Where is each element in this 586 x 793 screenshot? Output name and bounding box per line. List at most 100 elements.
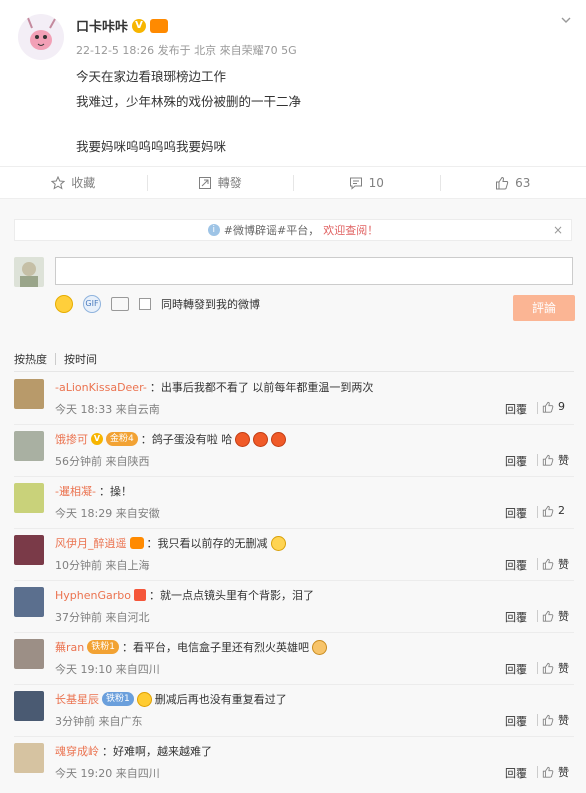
comment-like-count: 赞: [558, 610, 569, 623]
close-icon[interactable]: ×: [553, 223, 563, 237]
commenter-avatar[interactable]: [14, 587, 44, 617]
gif-icon[interactable]: GIF: [83, 295, 101, 313]
post-line: 我难过，少年林殊的戏份被删的一干二净: [76, 94, 302, 109]
thumbs-up-icon: [542, 454, 554, 466]
tab-sort-time[interactable]: 按时间: [64, 351, 97, 367]
fan-badge: 铁粉1: [102, 692, 134, 706]
reply-button[interactable]: 回覆: [505, 401, 527, 417]
author-name-text[interactable]: 口卡咔咔: [76, 16, 128, 35]
comment-text: ：我只看以前存的无删减: [146, 537, 268, 550]
commenter-avatar[interactable]: [14, 535, 44, 565]
image-icon[interactable]: [111, 297, 129, 311]
post-actions: 收藏 轉發 10 63: [0, 166, 586, 198]
divider: [537, 454, 538, 466]
commenter-name[interactable]: HyphenGarbo: [55, 589, 131, 602]
comment-meta: 今天 19:10 来自四川: [55, 663, 160, 676]
comment-button[interactable]: 10: [293, 167, 440, 198]
thumbs-up-icon: [542, 714, 554, 726]
angry-emoji-icon: [253, 431, 269, 447]
notice-text[interactable]: #微博辟谣#平台，: [224, 222, 319, 238]
comment-input[interactable]: [55, 257, 573, 285]
emoji-icon[interactable]: [55, 295, 73, 313]
comment-item: 风伊月_醉逍遥 ：我只看以前存的无删减 10分钟前 来自上海 回覆 赞: [0, 531, 586, 583]
comment-section: i #微博辟谣#平台， 欢迎查阅！ × GIF 同時轉發到我的微博 評論 按热度…: [0, 198, 586, 793]
comment-text: ：看平台，电信盒子里还有烈火英雄吧: [121, 641, 309, 654]
commenter-name[interactable]: 风伊月_醉逍遥: [55, 535, 127, 551]
divider: [537, 662, 538, 674]
comment-meta: 今天 18:33 来自云南: [55, 403, 160, 416]
comment-meta: 今天 19:20 来自四川: [55, 767, 160, 780]
comment-item: 蕪ran 铁粉1 ：看平台，电信盒子里还有烈火英雄吧 今天 19:10 来自四川…: [0, 635, 586, 687]
commenter-name[interactable]: 蕪ran: [55, 639, 84, 655]
chevron-down-icon[interactable]: [560, 14, 572, 26]
comment-text: 删减后再也没有重复看过了: [154, 693, 287, 706]
notice-warn[interactable]: 欢迎查阅！: [323, 222, 378, 238]
divider: [14, 580, 574, 581]
rumor-notice: i #微博辟谣#平台， 欢迎查阅！ ×: [14, 219, 572, 241]
repost-label: 轉發: [217, 176, 242, 190]
comment-item: 魂穿成岭 ：好难啊，越来越难了 今天 19:20 来自四川 回覆 赞: [0, 739, 586, 791]
hourglass-icon: [133, 589, 146, 601]
commenter-avatar[interactable]: [14, 379, 44, 409]
speechless-emoji-icon: [136, 691, 152, 707]
comment-like-button[interactable]: 9: [542, 400, 565, 413]
comment-like-button[interactable]: 赞: [542, 712, 569, 728]
comment-icon: [349, 177, 362, 190]
reply-button[interactable]: 回覆: [505, 505, 527, 521]
divider: [14, 684, 574, 685]
submit-comment-button[interactable]: 評論: [513, 295, 575, 321]
reply-button[interactable]: 回覆: [505, 765, 527, 781]
commenter-avatar[interactable]: [14, 639, 44, 669]
reply-button[interactable]: 回覆: [505, 713, 527, 729]
commenter-avatar[interactable]: [14, 691, 44, 721]
tab-sort-hot[interactable]: 按热度: [14, 351, 47, 367]
divider: [14, 424, 574, 425]
comment-like-button[interactable]: 赞: [542, 556, 569, 572]
comment-text: ：鸽子蛋没有啦 哈: [140, 433, 233, 446]
comment-like-count: 赞: [558, 766, 569, 779]
reply-button[interactable]: 回覆: [505, 609, 527, 625]
thumbs-up-icon: [542, 558, 554, 570]
repost-icon: [198, 176, 211, 189]
comment-like-button[interactable]: 2: [542, 504, 565, 517]
comment-like-count: 赞: [558, 714, 569, 727]
reply-button[interactable]: 回覆: [505, 661, 527, 677]
comment-text: ：就一点点镜头里有个背影，泪了: [148, 589, 314, 602]
author-name[interactable]: 口卡咔咔 V: [76, 16, 169, 35]
comment-like-count: 赞: [558, 454, 569, 467]
current-user-avatar[interactable]: [14, 257, 44, 287]
crying-emoji-icon: [270, 535, 286, 551]
commenter-name[interactable]: -aLionKissaDeer-: [55, 381, 147, 394]
commenter-name[interactable]: 魂穿成岭: [55, 743, 99, 759]
comment-meta: 10分钟前 来自上海: [55, 559, 150, 572]
divider: [537, 402, 538, 414]
thumbs-up-icon: [542, 505, 554, 517]
verified-icon: V: [91, 433, 103, 445]
thumbs-up-icon: [542, 662, 554, 674]
commenter-name[interactable]: -暹相凝-: [55, 483, 96, 499]
divider: [14, 371, 574, 372]
commenter-name[interactable]: 长基星辰: [55, 691, 99, 707]
author-avatar[interactable]: [18, 14, 64, 60]
comment-like-button[interactable]: 赞: [542, 764, 569, 780]
post-card: 口卡咔咔 V 22-12-5 18:26 发布于 北京 來自荣耀70 5G 今天…: [0, 0, 586, 166]
cat-emoji-icon: [311, 639, 327, 655]
comment-like-button[interactable]: 赞: [542, 608, 569, 624]
commenter-avatar[interactable]: [14, 483, 44, 513]
commenter-name[interactable]: 饿掺可: [55, 431, 88, 447]
like-button[interactable]: 63: [439, 167, 586, 198]
fan-badge: 铁粉1: [87, 640, 119, 654]
repost-button[interactable]: 轉發: [146, 167, 294, 198]
comment-like-button[interactable]: 赞: [542, 660, 569, 676]
commenter-avatar[interactable]: [14, 743, 44, 773]
comment-like-button[interactable]: 赞: [542, 452, 569, 468]
thumbs-up-icon: [542, 610, 554, 622]
repost-checkbox[interactable]: [139, 298, 151, 310]
star-icon: [51, 175, 66, 190]
commenter-avatar[interactable]: [14, 431, 44, 461]
divider: [537, 558, 538, 570]
reply-button[interactable]: 回覆: [505, 453, 527, 469]
fan-badge: 金粉4: [106, 432, 138, 446]
favorite-button[interactable]: 收藏: [0, 167, 147, 198]
reply-button[interactable]: 回覆: [505, 557, 527, 573]
